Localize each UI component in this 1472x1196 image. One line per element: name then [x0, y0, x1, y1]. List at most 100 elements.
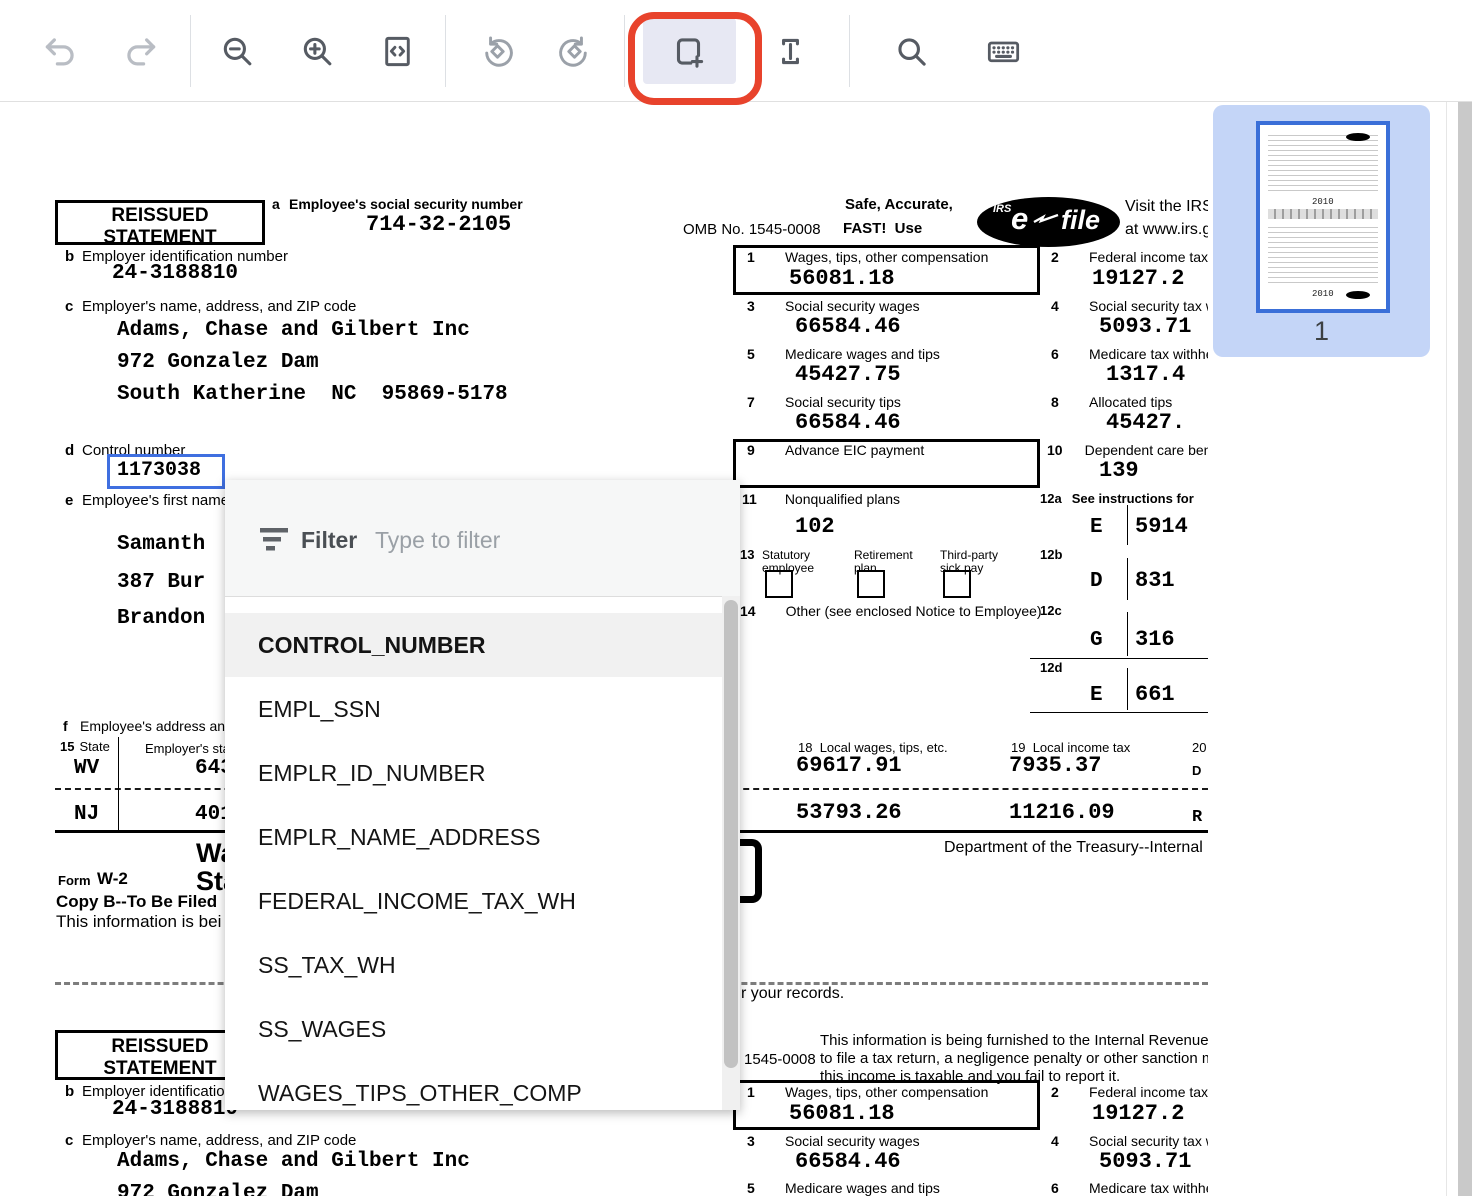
- dropdown-scrollbar-thumb[interactable]: [724, 600, 738, 1068]
- rotate-left-button[interactable]: [477, 31, 517, 71]
- thumbnail-year-2: 2010: [1312, 289, 1334, 299]
- box-6-value: 1317.4: [1106, 364, 1185, 386]
- thumbnail-efile-logo-2: [1346, 291, 1370, 299]
- box-19-value-1: 7935.37: [1009, 755, 1101, 777]
- employer-street-2: 972 Gonzalez Dam: [117, 1183, 319, 1196]
- box-12c-value: 316: [1135, 629, 1175, 651]
- dropdown-item-ss-wages[interactable]: SS_WAGES: [225, 997, 722, 1061]
- box-2-value-2: 19127.2: [1092, 1103, 1184, 1125]
- box-e-label: eEmployee's first name ar: [65, 493, 247, 509]
- form-border-line: [1127, 558, 1128, 600]
- control-number-annotation[interactable]: 1173038: [107, 454, 225, 489]
- box-6-label-2: 6Medicare tax withheld: [1051, 1181, 1208, 1196]
- box-10-label: 10Dependent care bene: [1047, 443, 1208, 458]
- box-3-value-2: 66584.46: [795, 1151, 901, 1173]
- box-20-value-1: D: [1192, 764, 1201, 778]
- box-2-value: 19127.2: [1092, 268, 1184, 290]
- ein-value: 24-3188810: [112, 263, 238, 284]
- visit-irs-line1: Visit the IRS: [1125, 199, 1208, 216]
- employee-city: Brandon: [117, 608, 205, 629]
- employee-street: 387 Bur: [117, 572, 205, 593]
- search-button[interactable]: [891, 31, 931, 71]
- employee-name: Samanth: [117, 534, 205, 555]
- box-12d-number: 12d: [1040, 661, 1062, 675]
- state-2: NJ: [74, 804, 99, 825]
- omb-fragment-2: 1545-0008: [744, 1052, 816, 1068]
- box-4-label: 4Social security tax with: [1051, 299, 1208, 314]
- toolbar-separator: [624, 15, 625, 87]
- form-border-line: [1127, 505, 1128, 545]
- safe-accurate-line2: FAST! Use: [843, 221, 922, 237]
- box-12a-code: E: [1090, 517, 1103, 538]
- box-6-label: 6Medicare tax withheld: [1051, 347, 1208, 362]
- safe-accurate-line1: Safe, Accurate,: [845, 197, 953, 213]
- reissued-statement-box: REISSUED STATEMENT: [55, 200, 265, 245]
- box-1-value-2: 56081.18: [789, 1103, 895, 1125]
- box-18-value-2: 53793.26: [796, 802, 902, 824]
- filter-placeholder: Type to filter: [375, 524, 500, 556]
- reissued-line2: STATEMENT: [58, 227, 262, 249]
- toolbar-separator: [190, 15, 191, 87]
- redo-button[interactable]: [120, 31, 160, 71]
- box-5-label-2: 5Medicare wages and tips: [747, 1181, 940, 1196]
- thumbnail-year-1: 2010: [1312, 197, 1334, 207]
- document-viewport: REISSUED STATEMENT aEmployee's social se…: [0, 101, 1208, 1196]
- sidebar-scrollbar[interactable]: [1458, 101, 1472, 1196]
- box-4-value: 5093.71: [1099, 316, 1191, 338]
- dropdown-item-emplr-name-address[interactable]: EMPLR_NAME_ADDRESS: [225, 805, 722, 869]
- undo-button[interactable]: [40, 31, 80, 71]
- toolbar: [0, 0, 1472, 102]
- box-12b-code: D: [1090, 571, 1103, 592]
- zoom-in-button[interactable]: [297, 31, 337, 71]
- box-7-label: 7Social security tips: [747, 395, 901, 410]
- statutory-employee-checkbox: [765, 570, 793, 598]
- box-7-value: 66584.46: [795, 412, 901, 434]
- box-3-label-2: 3Social security wages: [747, 1134, 920, 1149]
- dropdown-item-ss-tax-wh[interactable]: SS_TAX_WH: [225, 933, 722, 997]
- dropdown-item-federal-income-tax-wh[interactable]: FEDERAL_INCOME_TAX_WH: [225, 869, 722, 933]
- box-4-label-2: 4Social security tax with: [1051, 1134, 1208, 1149]
- retirement-plan-checkbox: [857, 570, 885, 598]
- state-1: WV: [74, 758, 99, 779]
- box-20-label: 20: [1192, 741, 1206, 755]
- box-18-value-1: 69617.91: [796, 755, 902, 777]
- ein-value-2: 24-3188810: [112, 1099, 238, 1120]
- form-border-line: [118, 737, 119, 830]
- box-9-label: 9Advance EIC payment: [747, 443, 924, 458]
- form-border-line: [1030, 712, 1208, 713]
- box-12c-number: 12c: [1040, 604, 1062, 618]
- visit-irs-line2: at www.irs.g: [1125, 222, 1208, 239]
- toolbar-separator: [445, 15, 446, 87]
- thumbnail-efile-logo-1: [1346, 133, 1370, 141]
- zoom-out-button[interactable]: [217, 31, 257, 71]
- employer-name-2: Adams, Chase and Gilbert Inc: [117, 1151, 470, 1172]
- box-f-label: fEmployee's address and: [63, 719, 233, 734]
- form-border-line: [1127, 612, 1128, 656]
- box-11-value: 102: [795, 516, 835, 538]
- page-thumbnail[interactable]: 2010 2010: [1256, 121, 1390, 313]
- dropdown-item-wages-tips-other-comp[interactable]: WAGES_TIPS_OTHER_COMP: [225, 1061, 722, 1110]
- box-13-number: 13: [740, 548, 754, 562]
- fit-width-button[interactable]: [377, 31, 417, 71]
- box-12c-code: G: [1090, 630, 1103, 651]
- dropdown-item-empl-ssn[interactable]: EMPL_SSN: [225, 677, 722, 741]
- box-c-label: cEmployer's name, address, and ZIP code: [65, 299, 356, 315]
- box-8-value: 45427.: [1106, 412, 1185, 434]
- ssn-value: 714-32-2105: [366, 214, 511, 236]
- dropdown-item-control-number[interactable]: CONTROL_NUMBER: [225, 613, 722, 677]
- keyboard-button[interactable]: [983, 31, 1023, 71]
- ibeam-select-button[interactable]: [770, 31, 810, 71]
- employer-street: 972 Gonzalez Dam: [117, 352, 319, 373]
- red-highlight-annotation: [628, 12, 762, 105]
- filter-input[interactable]: Filter Type to filter: [225, 480, 740, 597]
- dropdown-item-emplr-id-number[interactable]: EMPLR_ID_NUMBER: [225, 741, 722, 805]
- employer-name: Adams, Chase and Gilbert Inc: [117, 320, 470, 341]
- rotate-right-button[interactable]: [554, 31, 594, 71]
- omb-label: OMB No. 1545-0008: [683, 222, 821, 238]
- employer-city: South Katherine NC 95869-5178: [117, 384, 508, 405]
- box-10-value: 139: [1099, 460, 1139, 482]
- filter-icon: [260, 528, 288, 551]
- box-2-label: 2Federal income tax wi: [1051, 250, 1208, 265]
- page-number-label: 1: [1213, 316, 1430, 347]
- reissued-line1: REISSUED: [58, 205, 262, 227]
